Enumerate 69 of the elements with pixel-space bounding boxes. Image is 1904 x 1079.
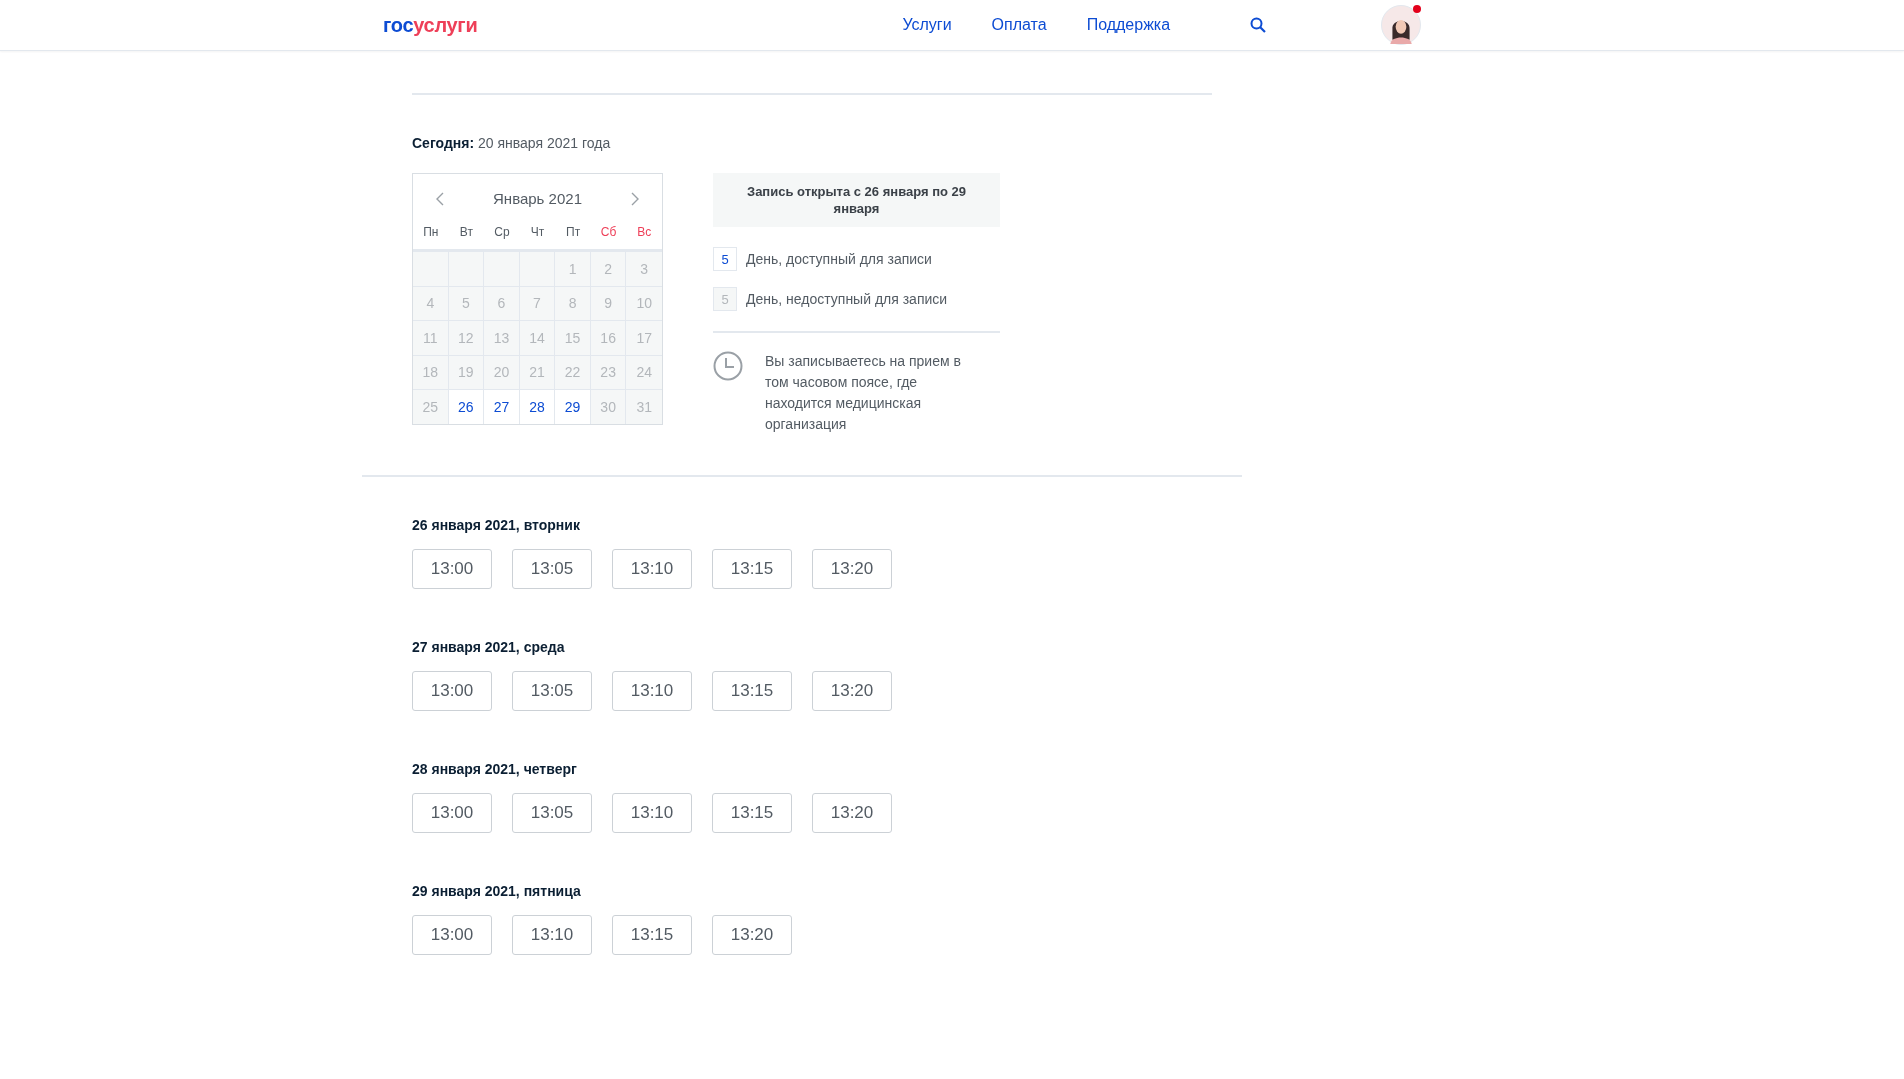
calendar-day: 17 [626, 321, 662, 356]
calendar-day: 18 [413, 355, 449, 390]
avatar[interactable] [1381, 5, 1422, 45]
calendar-day: 4 [413, 286, 449, 321]
calendar-day: 1 [555, 252, 591, 287]
time-slot-button[interactable]: 13:10 [612, 671, 692, 711]
time-slot-button[interactable]: 13:15 [712, 793, 792, 833]
calendar-day: 22 [555, 355, 591, 390]
day-heading: 28 января 2021, четверг [412, 761, 578, 777]
weekday-label: Вс [636, 224, 653, 241]
time-slot-button[interactable]: 13:20 [812, 793, 892, 833]
calendar-month: Январь 2021 [493, 190, 582, 207]
chevron-right-icon[interactable] [630, 191, 640, 206]
nav-link[interactable]: Услуги [902, 16, 952, 34]
calendar-day: 20 [484, 355, 520, 390]
time-slot-button[interactable]: 13:10 [512, 915, 592, 955]
time-slot-button[interactable]: 13:10 [612, 793, 692, 833]
weekday-label: Ср [493, 224, 511, 241]
calendar-day: 11 [413, 321, 449, 356]
time-slot-button[interactable]: 13:10 [612, 549, 692, 589]
day-heading: 29 января 2021, пятница [412, 883, 582, 899]
weekday-label: Вт [458, 224, 474, 241]
day-heading: 26 января 2021, вторник [412, 517, 581, 533]
time-slot-button[interactable]: 13:00 [412, 671, 492, 711]
time-slot-button[interactable]: 13:05 [512, 671, 592, 711]
weekday-label: Чт [529, 224, 546, 241]
nav-link[interactable]: Оплата [991, 16, 1047, 34]
chevron-left-icon[interactable] [435, 191, 445, 206]
weekday-label: Пт [565, 224, 582, 241]
calendar-day: 15 [555, 321, 591, 356]
today-date: Сегодня: 20 января 2021 года [412, 135, 612, 151]
day-heading: 27 января 2021, среда [412, 639, 566, 655]
time-slot-button[interactable]: 13:20 [812, 549, 892, 589]
time-slot-button[interactable]: 13:20 [812, 671, 892, 711]
calendar-day: 30 [590, 390, 627, 424]
calendar-day: 6 [484, 286, 520, 321]
calendar-day: 3 [626, 252, 662, 287]
legend-day-sample: 5 [713, 287, 737, 311]
calendar-day: 24 [626, 355, 662, 390]
time-slot-button[interactable]: 13:15 [612, 915, 692, 955]
time-slot-button[interactable]: 13:00 [412, 549, 492, 589]
calendar-day: 14 [519, 321, 556, 356]
calendar-day: 16 [590, 321, 627, 356]
time-slot-button[interactable]: 13:15 [712, 549, 792, 589]
time-slot-button[interactable]: 13:20 [712, 915, 792, 955]
search-icon[interactable] [1250, 17, 1267, 33]
booking-period: Запись открыта с 26 января по 29 января [713, 173, 1000, 227]
time-slot-button[interactable]: 13:00 [412, 915, 492, 955]
time-slot-button[interactable]: 13:05 [512, 793, 592, 833]
time-slot-button[interactable]: 13:00 [412, 793, 492, 833]
time-slot-button[interactable]: 13:05 [512, 549, 592, 589]
timezone-note: Вы записываетесь на прием в том часовом поясе, где находится медицинская организация [765, 352, 962, 434]
time-slot-button[interactable]: 13:15 [712, 671, 792, 711]
calendar-day: 8 [555, 286, 591, 321]
calendar-day: 25 [413, 390, 449, 424]
calendar-day: 10 [626, 286, 662, 321]
calendar-day: 2 [590, 252, 627, 287]
calendar-day: 12 [448, 321, 485, 356]
weekday-label: Пн [422, 224, 440, 241]
calendar-day: 31 [626, 390, 662, 424]
legend-label: День, доступный для записи [746, 251, 932, 267]
clock-icon [713, 351, 743, 381]
nav-link[interactable]: Поддержка [1086, 16, 1171, 34]
notification-dot [1413, 5, 1422, 13]
weekday-label: Сб [599, 224, 618, 241]
calendar-day: 13 [484, 321, 520, 356]
site-logo[interactable]: госуслуги [383, 13, 478, 37]
legend-day-sample: 5 [713, 247, 737, 271]
legend-label: День, недоступный для записи [746, 291, 948, 307]
